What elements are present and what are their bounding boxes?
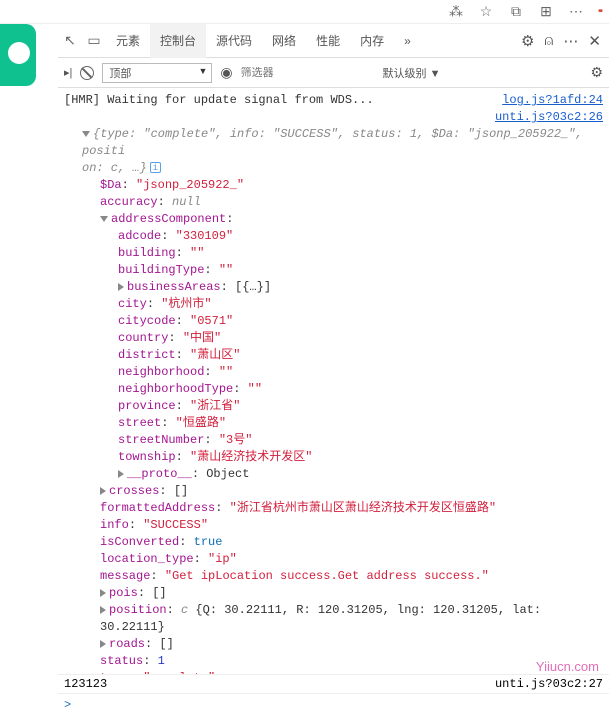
tab-memory[interactable]: 内存 (350, 24, 394, 58)
source-link[interactable]: unti.js?03c2:26 (495, 109, 603, 126)
console-row: 123123 unti.js?03c2:27 (58, 674, 609, 693)
prop-row[interactable]: neighborhood: "" (64, 364, 603, 381)
tab-elements[interactable]: 元素 (106, 24, 150, 58)
console-settings-icon[interactable]: ⚙ (590, 64, 603, 81)
kebab-icon[interactable]: ⋯ (563, 32, 578, 50)
notification-icon: •• (598, 6, 601, 17)
object-summary[interactable]: {type: "complete", info: "SUCCESS", stat… (64, 126, 603, 160)
prop-row[interactable]: crosses: [] (64, 483, 603, 500)
prop-row[interactable]: position: c {Q: 30.22111, R: 120.31205, … (64, 602, 603, 636)
prop-row[interactable]: formattedAddress: "浙江省杭州市萧山区萧山经济技术开发区恒盛路… (64, 500, 603, 517)
profile-icon[interactable]: ⍝ (544, 32, 553, 50)
browser-toolbar: ⁂ ☆ ⧉ ⊞ ⋯ •• (0, 0, 609, 24)
tab-network[interactable]: 网络 (262, 24, 306, 58)
gear-icon[interactable]: ⚙ (521, 32, 534, 50)
prop-row[interactable]: info: "SUCCESS" (64, 517, 603, 534)
level-dropdown[interactable]: 默认级别 ▼ (383, 65, 441, 81)
prop-row[interactable]: adcode: "330109" (64, 228, 603, 245)
console-msg: 123123 (64, 677, 107, 691)
prop-row[interactable]: __proto__: Object (64, 466, 603, 483)
page-logo (0, 24, 36, 86)
device-icon[interactable]: ▭ (82, 32, 106, 49)
live-expression-icon[interactable]: ◉ (220, 64, 232, 81)
prop-row[interactable]: streetNumber: "3号" (64, 432, 603, 449)
menu-icon[interactable]: ⋯ (568, 4, 584, 20)
devtools-tabs: ↖ ▭ 元素 控制台 源代码 网络 性能 内存 » ⚙ ⍝ ⋯ ✕ (58, 24, 609, 58)
prop-row[interactable]: country: "中国" (64, 330, 603, 347)
console-filterbar: ▸| 顶部 ◉ 默认级别 ▼ ⚙ (58, 58, 609, 88)
prop-row[interactable]: addressComponent: (64, 211, 603, 228)
tab-console[interactable]: 控制台 (150, 24, 206, 58)
prop-row[interactable]: location_type: "ip" (64, 551, 603, 568)
tab-more[interactable]: » (394, 24, 421, 58)
prop-row[interactable]: pois: [] (64, 585, 603, 602)
favorite-icon[interactable]: ☆ (478, 4, 494, 20)
filter-input[interactable] (241, 67, 375, 79)
prop-row[interactable]: isConverted: true (64, 534, 603, 551)
readmode-icon[interactable]: ⁂ (448, 4, 464, 20)
inspect-icon[interactable]: ↖ (58, 32, 82, 49)
prop-row[interactable]: district: "萧山区" (64, 347, 603, 364)
sidebar-toggle-icon[interactable]: ▸| (64, 66, 72, 79)
clear-icon[interactable] (80, 66, 94, 80)
addtab-icon[interactable]: ⊞ (538, 4, 554, 20)
prop-row[interactable]: city: "杭州市" (64, 296, 603, 313)
prop-row[interactable]: type: "complete" (64, 670, 603, 674)
close-icon[interactable]: ✕ (588, 32, 601, 50)
console-output: [HMR] Waiting for update signal from WDS… (58, 88, 609, 674)
prop-row[interactable]: $Da: "jsonp_205922_" (64, 177, 603, 194)
prop-row[interactable]: township: "萧山经济技术开发区" (64, 449, 603, 466)
collections-icon[interactable]: ⧉ (508, 4, 524, 20)
prop-row[interactable]: street: "恒盛路" (64, 415, 603, 432)
info-icon[interactable]: i (150, 162, 161, 173)
prop-row[interactable]: buildingType: "" (64, 262, 603, 279)
prop-row[interactable]: citycode: "0571" (64, 313, 603, 330)
prop-row[interactable]: building: "" (64, 245, 603, 262)
source-link[interactable]: log.js?1afd:24 (502, 92, 603, 109)
tab-sources[interactable]: 源代码 (206, 24, 262, 58)
prop-row[interactable]: message: "Get ipLocation success.Get add… (64, 568, 603, 585)
console-prompt[interactable]: > (58, 693, 609, 715)
prop-row[interactable]: status: 1 (64, 653, 603, 670)
source-link[interactable]: unti.js?03c2:27 (495, 677, 603, 691)
prop-row[interactable]: province: "浙江省" (64, 398, 603, 415)
prop-row[interactable]: businessAreas: [{…}] (64, 279, 603, 296)
prop-row[interactable]: roads: [] (64, 636, 603, 653)
tab-performance[interactable]: 性能 (306, 24, 350, 58)
prop-row[interactable]: neighborhoodType: "" (64, 381, 603, 398)
console-msg: [HMR] Waiting for update signal from WDS… (64, 92, 374, 109)
prop-row[interactable]: accuracy: null (64, 194, 603, 211)
context-dropdown[interactable]: 顶部 (102, 63, 212, 83)
